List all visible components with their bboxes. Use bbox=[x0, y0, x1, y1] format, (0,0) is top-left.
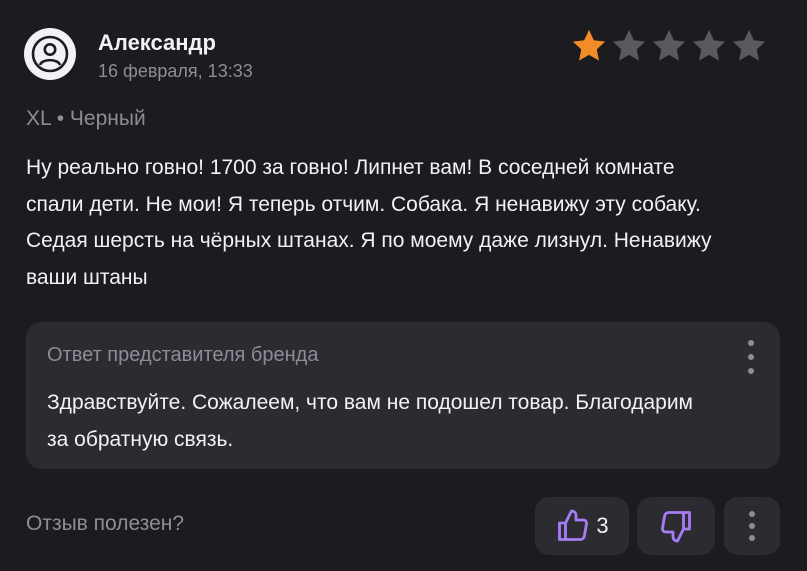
thumbs-up-icon bbox=[558, 509, 589, 541]
helpful-label: Отзыв полезен? bbox=[26, 512, 185, 535]
review-date: 16 февраля, 13:33 bbox=[98, 61, 253, 81]
kebab-menu-icon bbox=[747, 511, 757, 541]
review-card: Александр 16 февраля, 13:33 XL • Черный … bbox=[0, 0, 807, 571]
avatar[interactable] bbox=[24, 28, 76, 80]
author-name[interactable]: Александр bbox=[98, 30, 216, 56]
star-icon bbox=[692, 29, 726, 61]
like-button[interactable]: 3 bbox=[535, 497, 629, 555]
star-icon bbox=[732, 29, 766, 61]
star-icon bbox=[572, 29, 606, 61]
more-options-button[interactable] bbox=[724, 497, 780, 555]
product-variant: XL • Черный bbox=[26, 107, 146, 130]
kebab-menu-icon[interactable] bbox=[746, 340, 756, 374]
like-count: 3 bbox=[596, 513, 609, 538]
thumbs-down-icon bbox=[661, 511, 691, 543]
review-text: Ну реально говно! 1700 за говно! Липнет … bbox=[26, 156, 712, 289]
brand-reply-text: Здравствуйте. Сожалеем, что вам не подош… bbox=[47, 391, 693, 451]
brand-reply: Ответ представителя бренда Здравствуйте.… bbox=[26, 322, 780, 469]
star-icon bbox=[652, 29, 686, 61]
brand-reply-title: Ответ представителя бренда bbox=[47, 344, 319, 366]
dislike-button[interactable] bbox=[637, 497, 715, 555]
star-rating bbox=[570, 27, 768, 65]
star-icon bbox=[612, 29, 646, 61]
user-icon bbox=[31, 35, 69, 73]
